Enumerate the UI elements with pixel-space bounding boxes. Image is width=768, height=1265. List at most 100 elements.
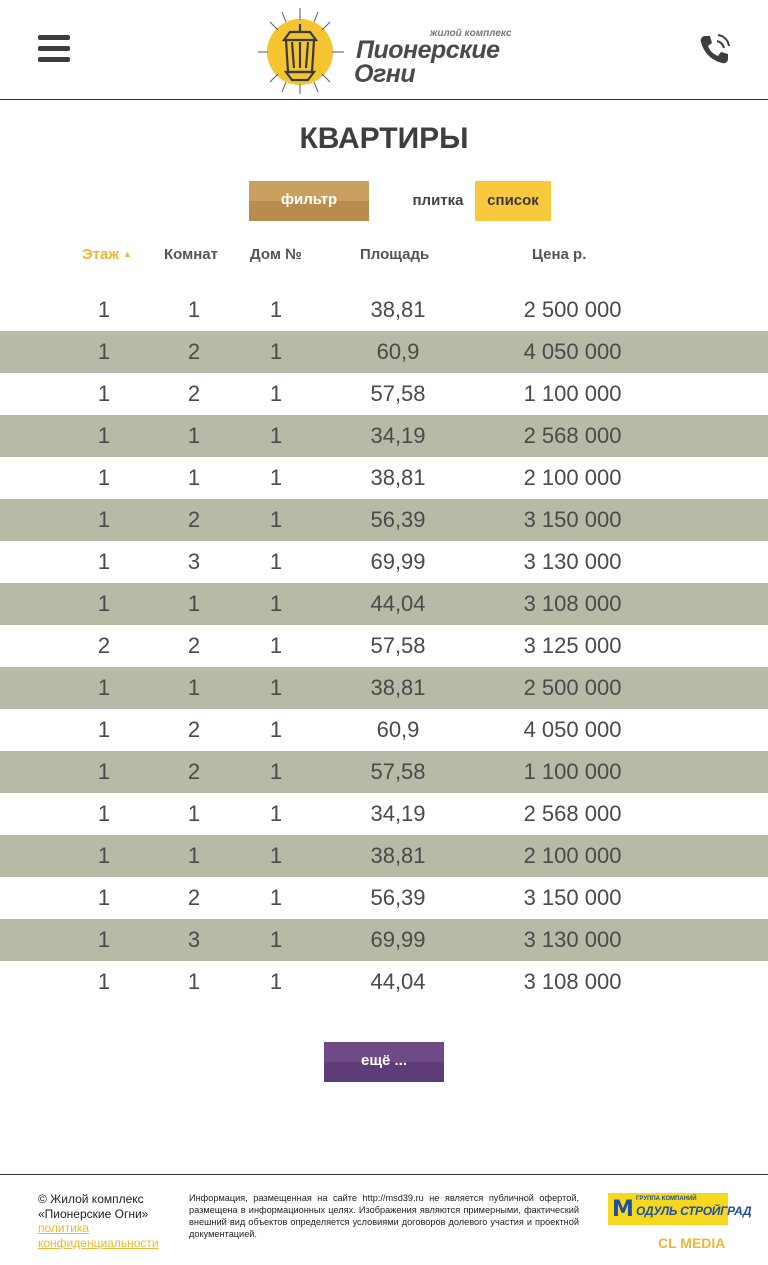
house-cell: 1	[269, 507, 283, 532]
area-cell: 44,04	[370, 969, 426, 994]
privacy-policy-link[interactable]: политика конфиденциальности	[38, 1221, 159, 1250]
column-header-rooms[interactable]: Комнат	[164, 246, 218, 263]
table-row[interactable]: 1 1 1 34,19 2 568 000	[0, 793, 768, 835]
area-cell: 69,99	[370, 927, 426, 952]
partner-logo-name: ОДУЛЬ СТРОЙГРАД	[636, 1204, 752, 1218]
house-cell: 1	[269, 801, 283, 826]
table-row[interactable]: 1 1 1 34,19 2 568 000	[0, 415, 768, 457]
area-cell: 38,81	[370, 465, 426, 490]
floor-cell: 1	[97, 969, 111, 994]
house-cell: 1	[269, 885, 283, 910]
house-cell: 1	[269, 591, 283, 616]
area-cell: 60,9	[376, 339, 420, 364]
table-row[interactable]: 1 2 1 56,39 3 150 000	[0, 499, 768, 541]
column-header-area[interactable]: Площадь	[360, 246, 429, 263]
floor-cell: 1	[97, 339, 111, 364]
house-cell: 1	[269, 633, 283, 658]
price-cell: 1 100 000	[523, 759, 622, 784]
developer-logo[interactable]: CL MEDIA	[658, 1235, 725, 1251]
floor-cell: 1	[97, 927, 111, 952]
rooms-cell: 2	[187, 507, 201, 532]
logo-title-line2: Огни	[354, 60, 416, 88]
load-more-button[interactable]: ещё ...	[324, 1042, 444, 1082]
policy-line2: конфиденциальности	[38, 1235, 159, 1250]
table-row[interactable]: 1 1 1 44,04 3 108 000	[0, 583, 768, 625]
price-cell: 2 100 000	[523, 843, 622, 868]
area-cell: 34,19	[370, 423, 426, 448]
area-cell: 38,81	[370, 297, 426, 322]
table-row[interactable]: 1 1 1 38,81 2 500 000	[0, 289, 768, 331]
hamburger-menu-icon[interactable]	[38, 35, 70, 63]
table-row[interactable]: 1 2 1 57,58 1 100 000	[0, 751, 768, 793]
filter-button[interactable]: фильтр	[249, 181, 369, 221]
column-header-house[interactable]: Дом №	[250, 246, 302, 263]
area-cell: 38,81	[370, 675, 426, 700]
rooms-cell: 3	[187, 549, 201, 574]
house-cell: 1	[269, 423, 283, 448]
rooms-cell: 1	[187, 591, 201, 616]
house-cell: 1	[269, 759, 283, 784]
rooms-cell: 2	[187, 717, 201, 742]
table-row[interactable]: 1 2 1 57,58 1 100 000	[0, 373, 768, 415]
house-cell: 1	[269, 381, 283, 406]
floor-cell: 1	[97, 381, 111, 406]
rooms-cell: 2	[187, 339, 201, 364]
logo[interactable]: жилой комплекс Пионерские Огни	[252, 6, 522, 94]
price-cell: 3 108 000	[523, 969, 622, 994]
partner-logo-modul[interactable]: М ГРУППА КОМПАНИЙ ОДУЛЬ СТРОЙГРАД	[608, 1193, 752, 1225]
table-row[interactable]: 1 3 1 69,99 3 130 000	[0, 541, 768, 583]
phone-icon[interactable]	[696, 32, 732, 68]
area-cell: 38,81	[370, 843, 426, 868]
house-cell: 1	[269, 465, 283, 490]
floor-cell: 1	[97, 675, 111, 700]
house-cell: 1	[269, 927, 283, 952]
price-cell: 2 100 000	[523, 465, 622, 490]
floor-cell: 1	[97, 885, 111, 910]
rooms-cell: 2	[187, 381, 201, 406]
price-cell: 2 568 000	[523, 801, 622, 826]
table-row[interactable]: 1 1 1 38,81 2 100 000	[0, 835, 768, 877]
table-row[interactable]: 1 1 1 38,81 2 100 000	[0, 457, 768, 499]
partner-logo-letter: М	[612, 1197, 634, 1222]
floor-cell: 1	[97, 801, 111, 826]
table-row[interactable]: 1 3 1 69,99 3 130 000	[0, 919, 768, 961]
price-cell: 3 108 000	[523, 591, 622, 616]
table-row[interactable]: 1 1 1 38,81 2 500 000	[0, 667, 768, 709]
price-cell: 1 100 000	[523, 381, 622, 406]
apartments-table: 1 1 1 38,81 2 500 000 1 2 1 60,9 4 050 000 1 2 1 57,5…	[0, 289, 768, 1003]
sort-ascending-icon: ▲	[123, 249, 132, 259]
floor-cell: 1	[97, 759, 111, 784]
policy-line1: политика	[38, 1221, 89, 1235]
rooms-cell: 3	[187, 927, 201, 952]
price-cell: 3 150 000	[523, 885, 622, 910]
area-cell: 56,39	[370, 507, 426, 532]
rooms-cell: 1	[187, 465, 201, 490]
rooms-cell: 1	[187, 423, 201, 448]
area-cell: 56,39	[370, 885, 426, 910]
copyright-line2: «Пионерские Огни»	[38, 1206, 149, 1221]
column-header-price[interactable]: Цена р.	[532, 246, 586, 263]
house-cell: 1	[269, 297, 283, 322]
rooms-cell: 2	[187, 759, 201, 784]
view-tile-toggle[interactable]: плитка	[404, 181, 472, 221]
view-list-toggle[interactable]: список	[475, 181, 551, 221]
floor-cell: 1	[97, 843, 111, 868]
table-row[interactable]: 1 2 1 56,39 3 150 000	[0, 877, 768, 919]
table-row[interactable]: 1 2 1 60,9 4 050 000	[0, 331, 768, 373]
rooms-cell: 2	[187, 633, 201, 658]
house-cell: 1	[269, 339, 283, 364]
site-footer: © Жилой комплекс «Пионерские Огни» полит…	[0, 1174, 768, 1265]
table-row[interactable]: 1 2 1 60,9 4 050 000	[0, 709, 768, 751]
table-row[interactable]: 2 2 1 57,58 3 125 000	[0, 625, 768, 667]
price-cell: 4 050 000	[523, 717, 622, 742]
table-row[interactable]: 1 1 1 44,04 3 108 000	[0, 961, 768, 1003]
table-header: Этаж ▲ Комнат Дом № Площадь Цена р.	[0, 246, 768, 270]
area-cell: 44,04	[370, 591, 426, 616]
site-header: жилой комплекс Пионерские Огни	[0, 0, 768, 100]
area-cell: 57,58	[370, 381, 426, 406]
copyright-line1: © Жилой комплекс	[38, 1192, 144, 1206]
column-header-floor[interactable]: Этаж ▲	[82, 246, 132, 263]
footer-copyright: © Жилой комплекс «Пионерские Огни» полит…	[38, 1192, 159, 1250]
price-cell: 4 050 000	[523, 339, 622, 364]
floor-cell: 1	[97, 549, 111, 574]
